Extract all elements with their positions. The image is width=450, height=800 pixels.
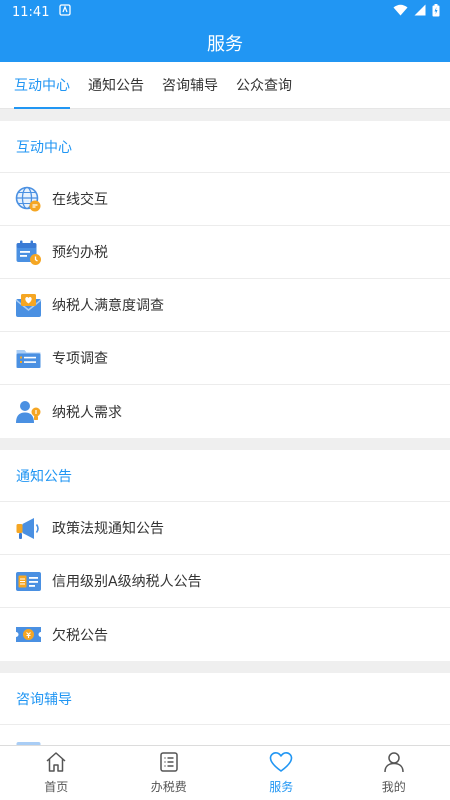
tab-public-query[interactable]: 公众查询 (236, 62, 292, 109)
section-title: 通知公告 (0, 450, 450, 502)
nav-label: 办税费 (150, 780, 187, 794)
nav-home[interactable]: 首页 (0, 746, 113, 800)
bottom-nav: 首页 办税费 服务 我的 (0, 745, 450, 800)
list-item-label: 专项调查 (52, 351, 108, 367)
battery-icon (432, 3, 440, 21)
list-item-online-interaction[interactable]: 在线交互 (0, 173, 450, 226)
list-item-label: 在线交互 (52, 192, 108, 208)
section-consulting: 咨询辅导 (0, 673, 450, 745)
list-item-label: 政策法规通知公告 (52, 521, 164, 537)
partial-icon (15, 738, 42, 745)
heart-icon (269, 751, 293, 776)
nav-label: 服务 (269, 780, 294, 794)
app-bar: 服务 (0, 24, 450, 62)
section-notices: 通知公告 政策法规通知公告 信用级别A级纳税人公告 欠税公告 (0, 450, 450, 661)
envelope-heart-icon (15, 292, 42, 319)
list-item-tax-arrears-notice[interactable]: 欠税公告 (0, 608, 450, 661)
list-item-credit-a-notice[interactable]: 信用级别A级纳税人公告 (0, 555, 450, 608)
section-title: 咨询辅导 (0, 673, 450, 725)
list-item-satisfaction-survey[interactable]: 纳税人满意度调查 (0, 279, 450, 332)
list-item-label: 纳税人满意度调查 (52, 298, 164, 314)
list-item-label: 欠税公告 (52, 627, 108, 644)
list-item-policy-notice[interactable]: 政策法规通知公告 (0, 502, 450, 555)
wifi-icon (393, 4, 408, 20)
user-icon (383, 751, 405, 776)
content-scroll[interactable]: 互动中心 在线交互 预约办税 纳税人满意度调查 专项调查 纳税人需求 通知公告 … (0, 109, 450, 745)
list-item-partial[interactable] (0, 725, 450, 745)
nav-tax-fees[interactable]: 办税费 (113, 746, 226, 800)
tax-ticket-icon (15, 621, 42, 648)
tab-interaction-center[interactable]: 互动中心 (14, 62, 70, 109)
list-item-appointment[interactable]: 预约办税 (0, 226, 450, 279)
list-item-label: 纳税人需求 (52, 404, 122, 421)
user-bulb-icon (15, 398, 42, 425)
page-title: 服务 (207, 34, 243, 55)
credit-card-icon (15, 568, 42, 595)
section-title: 互动中心 (0, 121, 450, 173)
status-time: 11:41 (12, 4, 50, 20)
tab-consulting[interactable]: 咨询辅导 (162, 62, 218, 109)
nav-label: 首页 (44, 780, 69, 794)
list-item-label: 预约办税 (52, 245, 108, 261)
list-item-taxpayer-needs[interactable]: 纳税人需求 (0, 385, 450, 438)
calendar-icon (15, 239, 42, 266)
tab-bar: 互动中心 通知公告 咨询辅导 公众查询 (0, 62, 450, 109)
globe-icon (15, 186, 42, 213)
megaphone-icon (15, 515, 42, 542)
notification-icon (59, 4, 72, 20)
list-item-special-survey[interactable]: 专项调查 (0, 332, 450, 385)
list-item-label: 信用级别A级纳税人公告 (52, 574, 202, 590)
status-bar: 11:41 (0, 0, 450, 24)
signal-icon (414, 4, 426, 20)
folder-list-icon (15, 345, 42, 372)
nav-mine[interactable]: 我的 (338, 746, 450, 800)
tab-notices[interactable]: 通知公告 (88, 62, 144, 109)
home-icon (45, 751, 67, 776)
section-interaction-center: 互动中心 在线交互 预约办税 纳税人满意度调查 专项调查 纳税人需求 (0, 121, 450, 438)
list-icon (158, 751, 180, 776)
nav-label: 我的 (381, 780, 406, 794)
nav-services[interactable]: 服务 (225, 746, 338, 800)
